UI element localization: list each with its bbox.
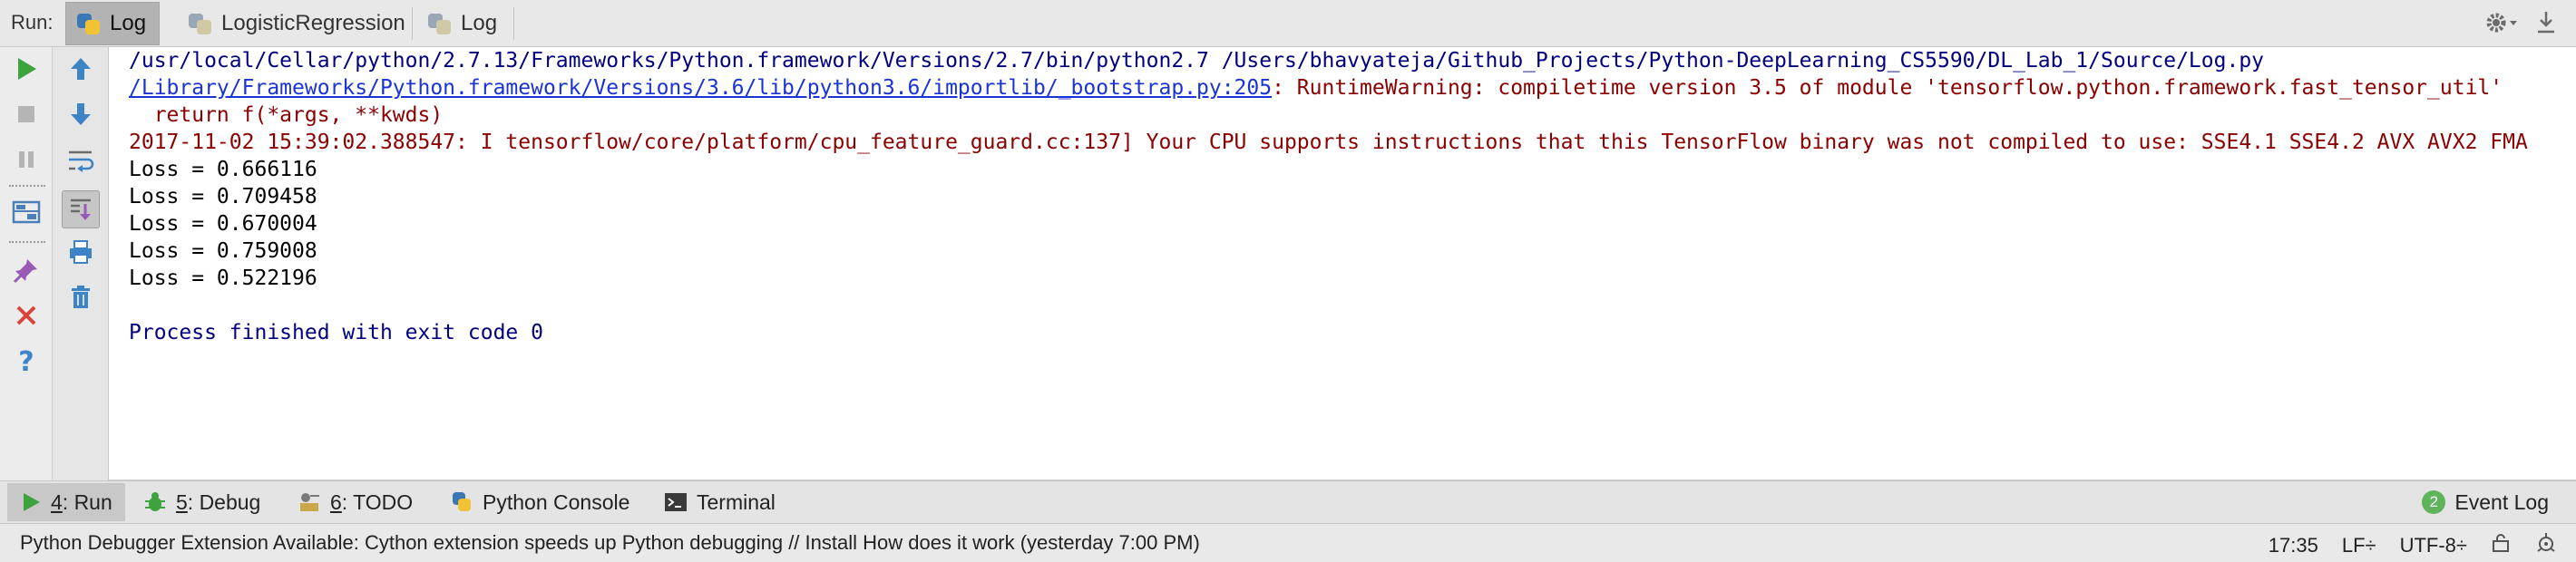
tab-todo-label: : TODO <box>341 489 414 514</box>
restore-layout-button[interactable] <box>8 194 44 230</box>
tab-run[interactable]: 4: Run <box>7 483 125 521</box>
tab-run-number: 4 <box>51 489 63 514</box>
tab-log-active[interactable]: Log <box>65 2 161 45</box>
stop-icon <box>17 106 34 122</box>
tool-window-bar: 4: Run 5: Debug 6: TODO Python Console T… <box>0 480 2576 524</box>
terminal-icon <box>664 491 688 513</box>
status-widgets: 17:35 LF÷ UTF-8÷ <box>2269 531 2558 560</box>
cursor-position[interactable]: 17:35 <box>2269 534 2318 557</box>
python-file-icon <box>77 12 101 35</box>
close-icon <box>16 305 35 325</box>
toolbar-separator <box>9 241 45 243</box>
event-log-button[interactable]: 2 Event Log <box>2422 483 2549 521</box>
up-stack-button[interactable] <box>63 51 99 87</box>
run-actions-toolbar: ? <box>0 47 53 480</box>
trash-icon <box>71 286 90 308</box>
file-link[interactable]: /Library/Frameworks/Python.framework/Ver… <box>129 76 1272 100</box>
soft-wrap-icon <box>68 150 93 172</box>
pause-icon <box>18 151 34 168</box>
console-actions-toolbar <box>53 47 109 480</box>
tab-logistic-regression-label: LogisticRegression <box>221 11 405 35</box>
pin-tab-button[interactable] <box>8 252 44 288</box>
tab-todo-number: 6 <box>330 489 342 514</box>
pause-button[interactable] <box>8 141 44 178</box>
tab-python-console[interactable]: Python Console <box>437 483 642 521</box>
console-lines: /usr/local/Cellar/python/2.7.13/Framewor… <box>129 47 2528 346</box>
python-file-icon <box>189 12 212 35</box>
play-icon <box>17 58 36 80</box>
tab-run-label: : Run <box>62 489 112 514</box>
scroll-to-end-icon <box>70 199 91 220</box>
run-toolwindow-header: Run: Log LogisticRegression Log <box>0 0 2576 47</box>
encoding-selector[interactable]: UTF-8÷ <box>2400 534 2467 557</box>
layout-icon <box>12 200 40 224</box>
tab-debug[interactable]: 5: Debug <box>131 483 273 521</box>
python-file-icon <box>428 12 452 35</box>
down-stack-button[interactable] <box>63 96 99 132</box>
lock-icon[interactable] <box>2491 533 2511 558</box>
header-actions <box>2483 9 2558 42</box>
status-bar: Python Debugger Extension Available: Cyt… <box>0 524 2576 562</box>
arrow-up-icon <box>70 58 91 80</box>
warning-text: : RuntimeWarning: compiletime version 3.… <box>1272 76 2503 100</box>
bug-icon <box>143 490 167 514</box>
tab-terminal-label: Terminal <box>697 489 776 514</box>
tab-logistic-regression[interactable]: LogisticRegression <box>178 2 418 45</box>
play-icon <box>20 491 42 513</box>
status-message[interactable]: Python Debugger Extension Available: Cyt… <box>20 531 1200 555</box>
loss-line: Loss = 0.666116 <box>129 158 317 181</box>
soft-wrap-button[interactable] <box>63 141 99 178</box>
console-output[interactable]: /usr/local/Cellar/python/2.7.13/Framewor… <box>109 47 2576 480</box>
tab-log-2[interactable]: Log <box>417 2 510 45</box>
python-console-icon <box>450 490 473 514</box>
loss-line: Loss = 0.709458 <box>129 185 317 208</box>
tab-python-console-label: Python Console <box>483 489 630 514</box>
svg-text:?: ? <box>18 347 34 374</box>
warning-line: /Library/Frameworks/Python.framework/Ver… <box>129 74 2528 102</box>
tab-separator <box>513 7 514 40</box>
process-finished-line: Process finished with exit code 0 <box>129 321 543 344</box>
rerun-button[interactable] <box>8 51 44 87</box>
tab-todo[interactable]: 6: TODO <box>285 483 425 521</box>
clear-all-button[interactable] <box>63 279 99 315</box>
tab-debug-label: : Debug <box>187 489 261 514</box>
help-button[interactable]: ? <box>8 343 44 379</box>
printer-icon <box>69 240 92 264</box>
tab-separator <box>412 7 413 40</box>
cpu-info-line: 2017-11-02 15:39:02.388547: I tensorflow… <box>129 131 2528 154</box>
toolbar-separator <box>9 185 45 187</box>
pin-icon <box>13 259 37 284</box>
loss-line: Loss = 0.670004 <box>129 212 317 236</box>
loss-line: Loss = 0.522196 <box>129 266 317 290</box>
loss-line: Loss = 0.759008 <box>129 239 317 263</box>
return-line: return f(*args, **kwds) <box>129 103 444 127</box>
tab-terminal[interactable]: Terminal <box>651 483 788 521</box>
close-tab-button[interactable] <box>8 297 44 334</box>
line-separator-selector[interactable]: LF÷ <box>2342 534 2376 557</box>
inspector-icon[interactable] <box>2534 531 2558 560</box>
print-button[interactable] <box>63 234 99 270</box>
run-label: Run: <box>11 11 54 34</box>
help-icon: ? <box>18 347 34 374</box>
scroll-to-end-button[interactable] <box>61 190 100 228</box>
arrow-down-icon <box>70 103 91 125</box>
stop-button[interactable] <box>8 96 44 132</box>
tab-debug-number: 5 <box>176 489 188 514</box>
hide-panel-icon[interactable] <box>2534 9 2558 42</box>
tab-log-label: Log <box>110 11 147 35</box>
todo-icon <box>298 490 321 514</box>
event-log-label: Event Log <box>2454 489 2549 514</box>
tab-log-2-label: Log <box>461 11 498 35</box>
command-line: /usr/local/Cellar/python/2.7.13/Framewor… <box>129 49 2265 73</box>
event-count-badge: 2 <box>2422 490 2446 514</box>
gear-icon[interactable] <box>2483 9 2520 42</box>
